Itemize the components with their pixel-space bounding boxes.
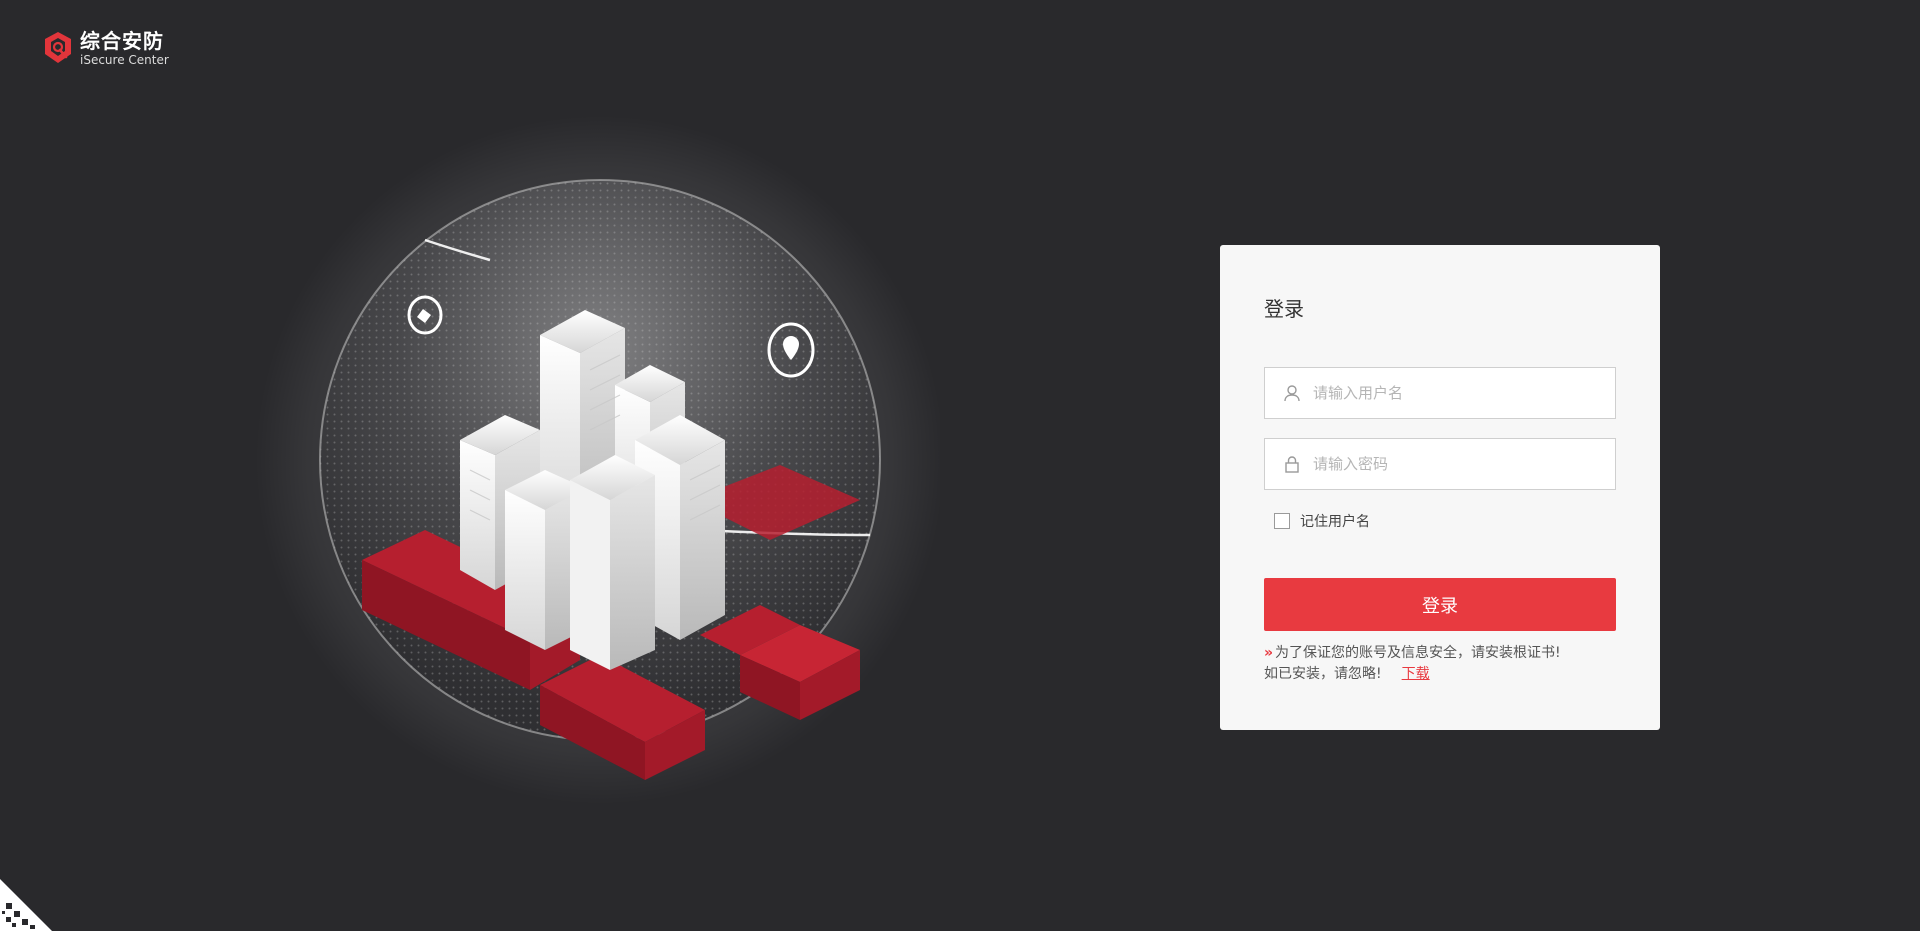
notice-line2: 如已安装，请忽略! (1264, 666, 1382, 682)
download-link[interactable]: 下载 (1402, 666, 1430, 682)
certificate-notice: » 为了保证您的账号及信息安全，请安装根证书! 如已安装，请忽略! 下载 (1264, 643, 1624, 685)
lock-icon (1283, 455, 1301, 473)
shield-logo-icon (45, 32, 71, 63)
notice-line1: 为了保证您的账号及信息安全，请安装根证书! (1275, 645, 1561, 661)
password-input[interactable] (1311, 438, 1615, 490)
login-page: 综合安防 iSecure Center 登录 请输入用户名 记住用户名 登录 »… (0, 0, 1920, 931)
brand-name-cn: 综合安防 (80, 28, 164, 53)
brand-logo: 综合安防 iSecure Center (42, 30, 169, 66)
remember-username[interactable]: 记住用户名 (1274, 511, 1370, 531)
login-card: 登录 记住用户名 登录 »为了 (1220, 245, 1660, 730)
brand-name-en: iSecure Center (80, 52, 169, 67)
user-icon (1283, 384, 1301, 402)
remember-checkbox[interactable] (1274, 513, 1290, 529)
password-field[interactable] (1264, 438, 1616, 490)
remember-label: 记住用户名 (1300, 514, 1370, 530)
globe-city-illustration (255, 115, 945, 805)
double-chevron-icon: » (1264, 645, 1274, 661)
username-field[interactable] (1264, 367, 1616, 419)
login-title: 登录 (1264, 297, 1304, 321)
login-button[interactable]: 登录 (1264, 578, 1616, 631)
qr-corner-icon (0, 879, 52, 931)
hero-illustration (240, 110, 945, 810)
username-input[interactable] (1311, 367, 1615, 419)
